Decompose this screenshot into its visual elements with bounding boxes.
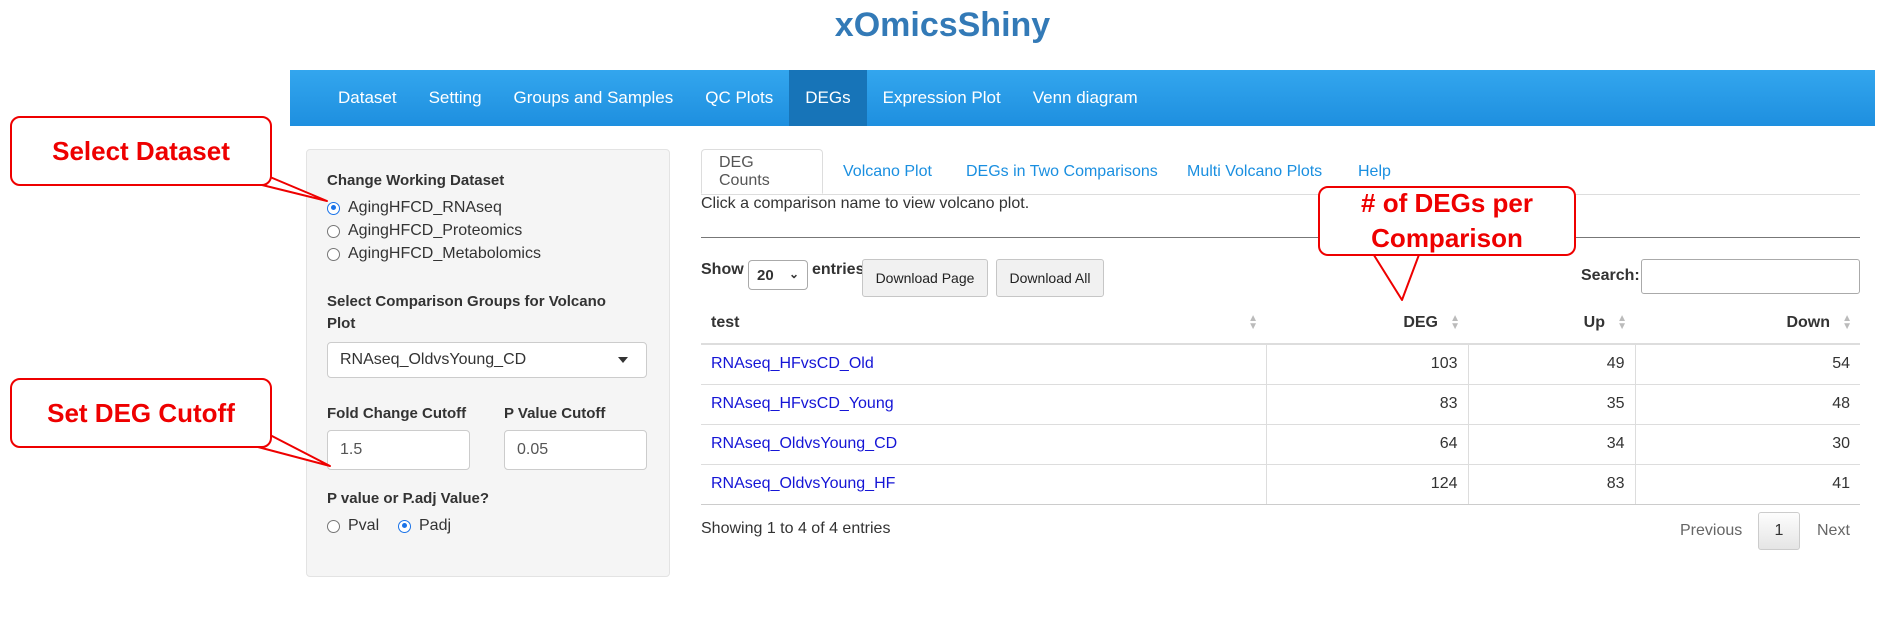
callout-degs-per-comparison: # of DEGs per Comparison [1318,186,1576,256]
callout-text: Select Dataset [52,135,230,166]
callout-set-deg-cutoff: Set DEG Cutoff [10,378,272,448]
pointer-degs-per-comparison [1371,251,1421,301]
callout-text: Comparison [1371,223,1523,253]
callout-text: # of DEGs per [1361,188,1533,218]
callout-pointers [257,176,1421,467]
callout-text: Set DEG Cutoff [47,397,235,428]
callout-select-dataset: Select Dataset [10,116,272,186]
